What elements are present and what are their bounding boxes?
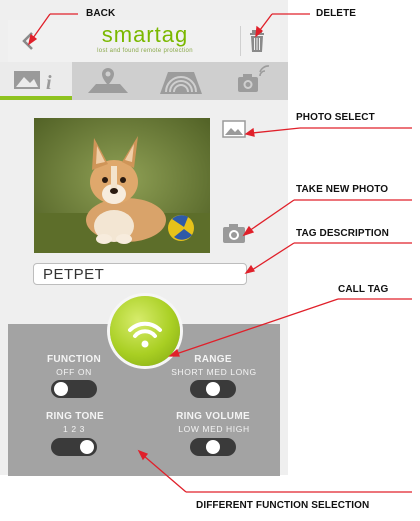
callout-lines [27, 13, 412, 493]
callout-different-function: DIFFERENT FUNCTION SELECTION [196, 500, 370, 511]
callout-tag-description: TAG DESCRIPTION [296, 228, 389, 239]
callout-call-tag: CALL TAG [338, 284, 389, 295]
callout-back: BACK [86, 8, 116, 19]
callout-delete: DELETE [316, 8, 357, 19]
callout-take-new-photo: TAKE NEW PHOTO [296, 184, 389, 195]
callout-photo-select: PHOTO SELECT [296, 112, 375, 123]
